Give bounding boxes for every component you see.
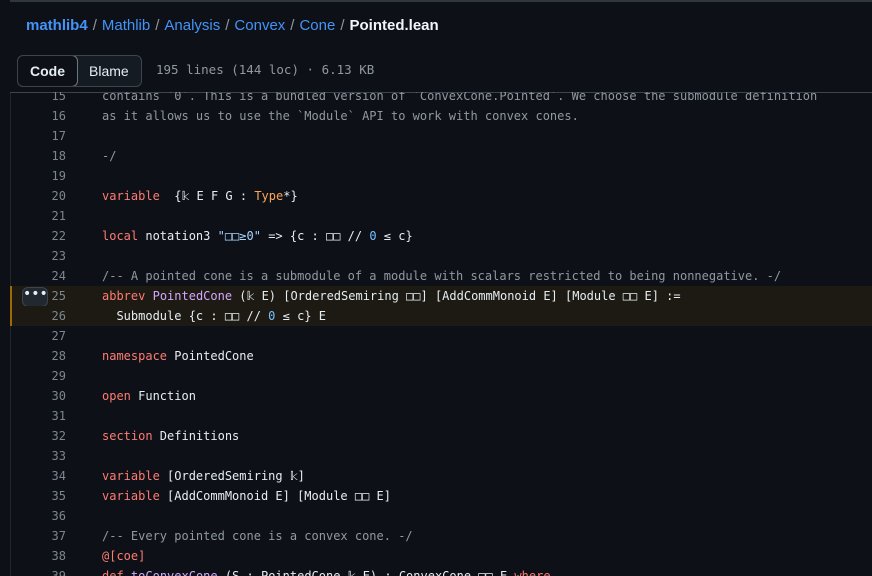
- line-number[interactable]: 30: [10, 386, 66, 406]
- code-line: 26 Submodule {c : □□ // 0 ≤ c} E: [10, 306, 872, 326]
- code-line: 18 -/: [10, 146, 872, 166]
- breadcrumb-separator: /: [225, 17, 230, 34]
- breadcrumb: mathlib4 / Mathlib / Analysis / Convex /…: [26, 17, 439, 34]
- line-number[interactable]: 27: [10, 326, 66, 346]
- code-line: 38 @[coe]: [10, 546, 872, 566]
- code-line: 21: [10, 206, 872, 226]
- line-number[interactable]: 37: [10, 526, 66, 546]
- code-line: 27: [10, 326, 872, 346]
- line-number[interactable]: 22: [10, 226, 66, 246]
- line-number[interactable]: 33: [10, 446, 66, 466]
- file-toolbar: Code Blame 195 lines (144 loc) · 6.13 KB: [10, 48, 872, 93]
- line-number[interactable]: 35: [10, 486, 66, 506]
- line-number[interactable]: 25: [10, 286, 66, 306]
- line-number[interactable]: 17: [10, 126, 66, 146]
- code-line: 17: [10, 126, 872, 146]
- code-line: 37 /-- Every pointed cone is a convex con…: [10, 526, 872, 546]
- line-number[interactable]: 20: [10, 186, 66, 206]
- line-number[interactable]: 16: [10, 106, 66, 126]
- breadcrumb-convex-link[interactable]: Convex: [234, 17, 285, 34]
- code-line: 28 namespace PointedCone: [10, 346, 872, 366]
- line-text: as it allows us to use the `Module` API …: [102, 109, 579, 123]
- line-number[interactable]: 23: [10, 246, 66, 266]
- breadcrumb-analysis-link[interactable]: Analysis: [164, 17, 220, 34]
- line-number[interactable]: 15: [10, 92, 66, 106]
- line-number[interactable]: 38: [10, 546, 66, 566]
- line-number[interactable]: 34: [10, 466, 66, 486]
- line-text: def toConvexCone (S : PointedCone 𝕜 E) :…: [102, 569, 551, 576]
- breadcrumb-separator: /: [340, 17, 345, 34]
- code-line: ••• 25 abbrev PointedCone (𝕜 E) [OrderedSe…: [10, 286, 872, 307]
- code-line: 24 /-- A pointed cone is a submodule of a…: [10, 266, 872, 286]
- code-tab[interactable]: Code: [17, 56, 78, 86]
- line-number[interactable]: 24: [10, 266, 66, 286]
- view-mode-toggle: Code Blame: [17, 55, 142, 87]
- line-text: Submodule {c : □□ // 0 ≤ c} E: [102, 309, 326, 323]
- line-number[interactable]: 39: [10, 566, 66, 576]
- breadcrumb-cone-link[interactable]: Cone: [299, 17, 335, 34]
- line-text: local notation3 "□□≥0" => {c : □□ // 0 ≤…: [102, 229, 413, 243]
- line-text: variable {𝕜 E F G : Type*}: [102, 189, 298, 203]
- line-number[interactable]: 21: [10, 206, 66, 226]
- blame-tab[interactable]: Blame: [77, 56, 141, 86]
- line-text: variable [AddCommMonoid E] [Module □□ E]: [102, 489, 391, 503]
- line-text: contains `0`. This is a bundled version …: [102, 92, 818, 103]
- line-number[interactable]: 32: [10, 426, 66, 446]
- code-line: 16 as it allows us to use the `Module` AP…: [10, 106, 872, 126]
- code-line: 22 local notation3 "□□≥0" => {c : □□ // 0…: [10, 226, 872, 246]
- file-stats: 195 lines (144 loc) · 6.13 KB: [156, 62, 375, 77]
- code-line: 39 def toConvexCone (S : PointedCone 𝕜 E)…: [10, 566, 872, 576]
- breadcrumb-separator: /: [92, 17, 97, 34]
- breadcrumb-separator: /: [290, 17, 295, 34]
- breadcrumb-mathlib-link[interactable]: Mathlib: [102, 17, 150, 34]
- line-text: @[coe]: [102, 549, 146, 563]
- code-line: 36: [10, 506, 872, 526]
- line-text: /-- A pointed cone is a submodule of a m…: [102, 269, 782, 283]
- code-line: 20 variable {𝕜 E F G : Type*}: [10, 186, 872, 206]
- line-text: namespace PointedCone: [102, 349, 254, 363]
- code-line: 35 variable [AddCommMonoid E] [Module □□ …: [10, 486, 872, 506]
- line-number[interactable]: 31: [10, 406, 66, 426]
- line-text: /-- Every pointed cone is a convex cone.…: [102, 529, 413, 543]
- line-number[interactable]: 19: [10, 166, 66, 186]
- code-line: 29: [10, 366, 872, 386]
- code-line: 19: [10, 166, 872, 186]
- code-line: 31: [10, 406, 872, 426]
- line-number[interactable]: 29: [10, 366, 66, 386]
- code-line: 34 variable [OrderedSemiring 𝕜]: [10, 466, 872, 486]
- file-header: mathlib4 / Mathlib / Analysis / Convex /…: [10, 2, 872, 49]
- code-line: 23: [10, 246, 872, 266]
- line-text: section Definitions: [102, 429, 240, 443]
- line-number[interactable]: 28: [10, 346, 66, 366]
- breadcrumb-separator: /: [155, 17, 160, 34]
- line-number[interactable]: 26: [10, 306, 66, 326]
- line-number[interactable]: 18: [10, 146, 66, 166]
- code-line: 33: [10, 446, 872, 466]
- code-line: 30 open Function: [10, 386, 872, 406]
- code-line: 15 contains `0`. This is a bundled versio…: [10, 92, 872, 106]
- line-text: open Function: [102, 389, 196, 403]
- line-number[interactable]: 36: [10, 506, 66, 526]
- code-view[interactable]: 15 contains `0`. This is a bundled versio…: [10, 92, 872, 576]
- line-text: variable [OrderedSemiring 𝕜]: [102, 469, 305, 483]
- line-text: -/: [102, 149, 117, 163]
- code-line: 32 section Definitions: [10, 426, 872, 446]
- breadcrumb-current-file: Pointed.lean: [349, 17, 439, 34]
- line-text: abbrev PointedCone (𝕜 E) [OrderedSemirin…: [102, 289, 681, 303]
- breadcrumb-repo-link[interactable]: mathlib4: [26, 17, 88, 34]
